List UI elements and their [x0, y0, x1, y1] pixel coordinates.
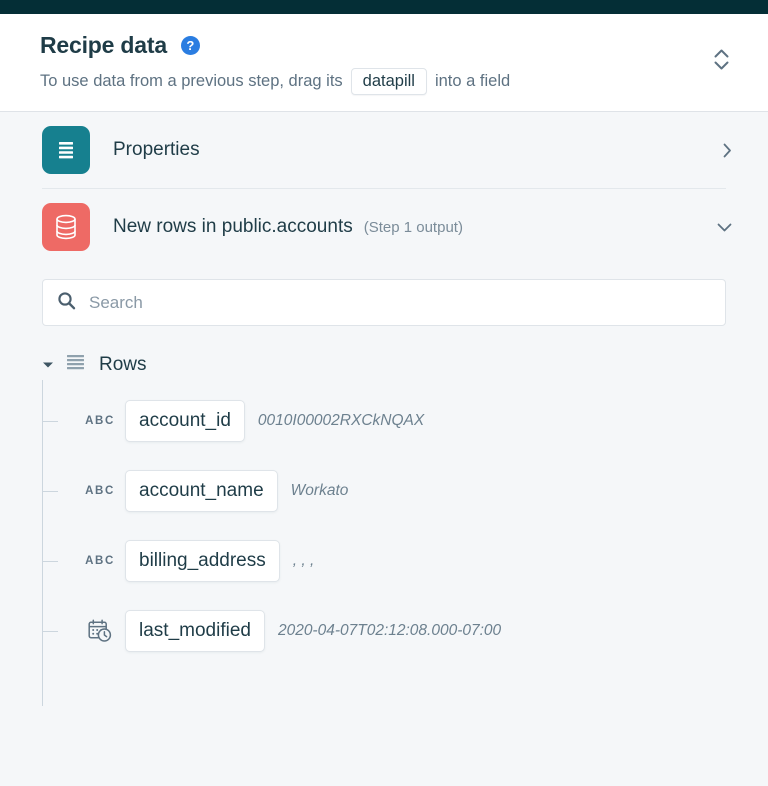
chevron-down-icon[interactable]: [717, 223, 732, 232]
list-lines-icon: [66, 354, 85, 376]
datatree: Rows ABC account_id 0010I00002RXCkNQAX A…: [0, 326, 768, 706]
top-app-bar: [0, 0, 768, 14]
search-icon: [57, 291, 76, 315]
section-label-properties: Properties: [113, 139, 200, 160]
subtitle-text-after: into a field: [434, 72, 511, 90]
list-item[interactable]: last_modified 2020-04-07T02:12:08.000-07…: [42, 596, 768, 666]
list-item[interactable]: ABC account_id 0010I00002RXCkNQAX: [42, 386, 768, 456]
datapill-last-modified[interactable]: last_modified: [125, 610, 265, 652]
abc-text-icon: ABC: [83, 485, 117, 497]
caret-down-icon[interactable]: [42, 361, 54, 369]
sample-value: 2020-04-07T02:12:08.000-07:00: [277, 622, 502, 639]
tree-group-rows[interactable]: Rows: [42, 352, 768, 378]
abc-text-icon: ABC: [83, 415, 117, 427]
datapill-account-name[interactable]: account_name: [125, 470, 278, 512]
tree-group-label: Rows: [99, 354, 147, 375]
section-properties[interactable]: Properties: [0, 112, 768, 188]
recipe-data-header: Recipe data ? To use data from a previou…: [0, 14, 768, 112]
section-step-output-label: (Step 1 output): [363, 218, 463, 236]
datapill-account-id[interactable]: account_id: [125, 400, 245, 442]
datapill-example[interactable]: datapill: [350, 68, 427, 95]
search-box[interactable]: [42, 279, 726, 326]
section-label-new-rows: New rows in public.accounts: [113, 216, 353, 237]
search-input[interactable]: [87, 291, 711, 314]
type-label: ABC: [85, 485, 115, 497]
list-item[interactable]: ABC billing_address , , ,: [42, 526, 768, 596]
type-label: ABC: [85, 415, 115, 427]
database-icon: [42, 203, 90, 251]
sample-value: 0010I00002RXCkNQAX: [257, 412, 425, 429]
sample-value: , , ,: [292, 552, 315, 569]
chevron-up-down-icon[interactable]: [710, 44, 732, 74]
type-label: ABC: [85, 555, 115, 567]
recipe-data-body: Properties New rows in public.accounts (…: [0, 112, 768, 768]
question-circle-icon[interactable]: ?: [180, 36, 200, 55]
datapill-billing-address[interactable]: billing_address: [125, 540, 280, 582]
page-title: Recipe data: [40, 32, 167, 58]
abc-text-icon: ABC: [83, 555, 117, 567]
title-row: Recipe data ?: [40, 32, 744, 59]
list-item[interactable]: ABC account_name Workato: [42, 456, 768, 526]
search-section: [0, 265, 768, 326]
section-new-rows[interactable]: New rows in public.accounts (Step 1 outp…: [0, 189, 768, 265]
calendar-clock-icon: [83, 619, 117, 643]
header-subtitle: To use data from a previous step, drag i…: [40, 68, 744, 95]
subtitle-text-before: To use data from a previous step, drag i…: [40, 72, 343, 90]
sample-value: Workato: [290, 482, 349, 499]
list-lines-icon: [42, 126, 90, 174]
chevron-right-icon[interactable]: [723, 143, 732, 158]
tree-children: ABC account_id 0010I00002RXCkNQAX ABC ac…: [42, 380, 768, 706]
